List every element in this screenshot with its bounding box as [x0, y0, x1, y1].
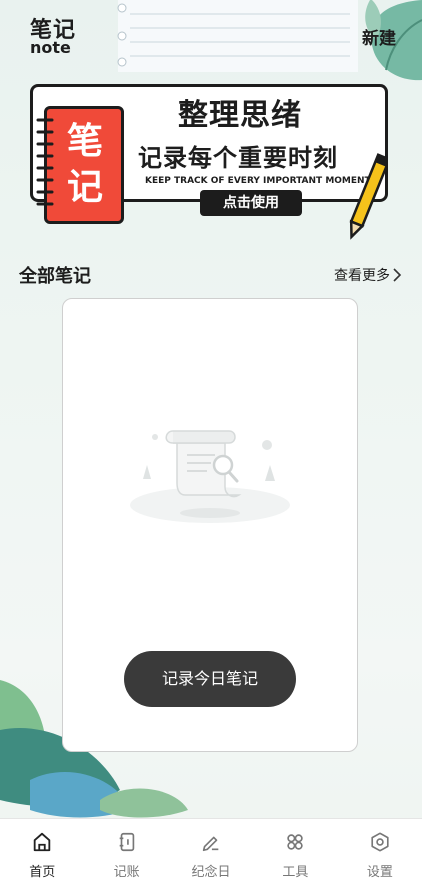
pencil-icon [349, 153, 388, 240]
tab-label: 设置 [366, 865, 393, 880]
view-more-link[interactable]: 查看更多 [334, 265, 402, 285]
section-title: 全部笔记 [19, 266, 91, 287]
home-icon [33, 832, 51, 852]
app-logo-english: note [30, 38, 71, 57]
banner-title: 整理思绪 [178, 98, 302, 133]
promo-banner[interactable]: 整理思绪 记录每个重要时刻 KEEP TRACK OF EVERY IMPORT… [30, 84, 388, 240]
notebook-char: 记 [66, 167, 103, 208]
bottom-tab-bar: 首页 记账 纪念日 工具 设置 [0, 818, 422, 880]
tab-anniversary[interactable]: 纪念日 [169, 819, 253, 880]
tab-home[interactable]: 首页 [0, 819, 84, 880]
ledger-icon [119, 832, 134, 852]
chevron-right-icon [393, 268, 402, 282]
notebook-char: 笔 [66, 121, 103, 162]
pen-icon [202, 836, 219, 852]
settings-icon [371, 832, 389, 852]
view-more-label: 查看更多 [334, 268, 390, 284]
tab-label: 首页 [29, 865, 56, 880]
banner-tagline: KEEP TRACK OF EVERY IMPORTANT MOMENT [145, 176, 371, 186]
tab-label: 记账 [113, 865, 140, 880]
tab-tools[interactable]: 工具 [253, 819, 337, 880]
notebook-illustration: 笔 记 [36, 106, 130, 226]
tab-label: 工具 [282, 865, 309, 880]
banner-subtitle: 记录每个重要时刻 [138, 144, 338, 172]
tab-label: 纪念日 [191, 865, 231, 880]
grid-icon [287, 834, 304, 850]
notebook-cover: 笔 记 [44, 106, 124, 224]
banner-use-button[interactable]: 点击使用 [200, 190, 302, 216]
binder-rings-icon [36, 118, 54, 206]
notes-card: 记录今日笔记 [62, 298, 358, 752]
tab-settings[interactable]: 设置 [338, 819, 422, 880]
new-note-button[interactable]: 新建 [362, 24, 396, 49]
record-today-note-button[interactable]: 记录今日笔记 [124, 651, 296, 707]
empty-state-scroll-icon [130, 430, 290, 523]
tab-ledger[interactable]: 记账 [84, 819, 168, 880]
